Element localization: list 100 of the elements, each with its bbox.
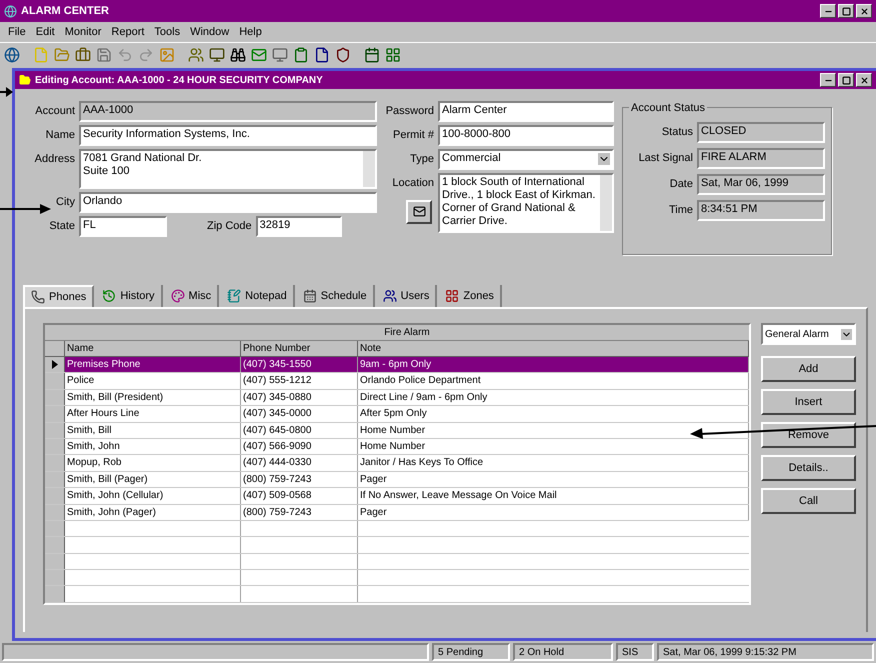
status-text: 2 On Hold: [513, 643, 613, 661]
action-button[interactable]: Details..: [760, 455, 856, 481]
grid-row[interactable]: Premises Phone (407) 345-1550 9am - 6pm Only: [45, 357, 749, 374]
row-indicator: [45, 472, 65, 488]
column-header[interactable]: Name: [65, 341, 241, 356]
menu-item[interactable]: Window: [190, 24, 230, 40]
table-cell: Smith, Bill (President): [65, 390, 241, 406]
child-window-title: Editing Account: AAA-1000 - 24 HOUR SECURITY COMPANY: [35, 74, 324, 88]
grid-row[interactable]: Mopup, Rob (407) 444-0330 Janitor / Has Keys To Office: [45, 455, 749, 472]
text-field[interactable]: Security Information Systems, Inc.: [79, 125, 377, 146]
field-label: Name: [44, 128, 75, 143]
table-cell: Smith, Bill: [65, 422, 241, 438]
row-indicator: [45, 455, 65, 471]
table-cell: Orlando Police Department: [358, 373, 749, 389]
menu-item[interactable]: Edit: [36, 24, 55, 40]
type-dropdown[interactable]: Commercial: [438, 149, 614, 170]
maximize-button[interactable]: [838, 4, 854, 18]
calendar-icon: [302, 289, 317, 303]
menu-item[interactable]: Monitor: [64, 24, 102, 40]
row-pointer-icon: [52, 360, 58, 370]
table-cell: (407) 345-0000: [241, 406, 358, 422]
maximize-button[interactable]: [838, 73, 854, 87]
action-button[interactable]: Remove: [760, 422, 856, 448]
action-button[interactable]: Call: [760, 488, 856, 514]
close-icon: [860, 6, 868, 16]
field-label: Last Signal: [638, 151, 693, 166]
row-indicator: [45, 488, 65, 504]
text-field[interactable]: AAA-1000: [79, 101, 377, 122]
menu-item[interactable]: Help: [239, 24, 262, 40]
envelope-icon[interactable]: [251, 46, 267, 62]
dropdown-caret-icon: [598, 153, 610, 165]
monitor-icon[interactable]: [209, 46, 225, 62]
row-indicator: [45, 504, 65, 520]
envelope-button[interactable]: [406, 200, 432, 224]
briefcase-icon[interactable]: [75, 46, 91, 62]
menu-item[interactable]: Report: [111, 24, 144, 40]
grid-row[interactable]: Smith, Bill (407) 645-0800 Home Number: [45, 422, 749, 439]
field-label: Status: [660, 125, 693, 140]
text-field[interactable]: FL: [79, 216, 167, 237]
grid-row[interactable]: Smith, John (Pager) (800) 759-7243 Pager: [45, 504, 749, 521]
tab[interactable]: Phones: [23, 285, 94, 307]
row-indicator: [45, 390, 65, 406]
memo-field[interactable]: 7081 Grand National Dr. Suite 100: [79, 149, 377, 189]
memo-field[interactable]: 1 block South of International Drive., 1 block East of Kirkman. Corner of Grand National & Carrier Drive.: [438, 173, 614, 233]
text-field[interactable]: Alarm Center: [438, 101, 614, 122]
grid-row[interactable]: Police (407) 555-1212 Orlando Police Department: [45, 373, 749, 390]
phone-icon: [31, 290, 45, 304]
table-cell: (800) 759-7243: [241, 504, 358, 520]
clipboard-icon[interactable]: [293, 46, 309, 62]
table-cell: Direct Line / 9am - 6pm Only: [358, 390, 749, 406]
field-label: Address: [34, 152, 75, 167]
dropdown-caret-icon: [841, 328, 852, 340]
grid-row[interactable]: Smith, Bill (Pager) (800) 759-7243 Pager: [45, 472, 749, 488]
folder-icon: [19, 74, 31, 86]
text-field[interactable]: 32819: [256, 216, 342, 237]
text-field[interactable]: CLOSED: [697, 122, 825, 143]
table-cell: (407) 444-0330: [241, 455, 358, 471]
screen-icon[interactable]: [272, 46, 288, 62]
action-button[interactable]: Add: [760, 356, 856, 382]
text-field[interactable]: Orlando: [79, 192, 377, 213]
badge-icon[interactable]: [335, 46, 351, 62]
people-icon[interactable]: [188, 46, 204, 62]
menu-item[interactable]: File: [8, 24, 26, 40]
grid-icon[interactable]: [385, 46, 401, 62]
grid-row[interactable]: Smith, John (407) 566-9090 Home Number: [45, 438, 749, 456]
calendar-icon[interactable]: [364, 46, 380, 62]
row-indicator: [45, 422, 65, 438]
save-icon[interactable]: [96, 46, 112, 62]
text-field[interactable]: Sat, Mar 06, 1999: [697, 174, 825, 195]
field-label: Location: [392, 176, 434, 191]
app-globe-icon: [4, 4, 17, 18]
table-cell: Mopup, Rob: [65, 455, 241, 471]
grid-row[interactable]: Smith, Bill (President) (407) 345-0880 Direct Line / 9am - 6pm Only: [45, 390, 749, 406]
binoculars-icon[interactable]: [230, 46, 246, 62]
column-header[interactable]: Phone Number: [241, 341, 358, 356]
field-label: Account: [34, 104, 75, 119]
table-cell: Police: [65, 373, 241, 389]
table-cell: (407) 345-0880: [241, 390, 358, 406]
minimize-button[interactable]: [820, 4, 836, 18]
column-header[interactable]: Note: [358, 341, 749, 356]
close-button[interactable]: [856, 4, 872, 18]
table-cell: After 5pm Only: [358, 406, 749, 422]
minimize-button[interactable]: [820, 73, 836, 87]
action-button[interactable]: Insert: [760, 389, 856, 415]
document-icon[interactable]: [314, 46, 330, 62]
globe-icon[interactable]: [4, 46, 20, 62]
field-label: Time: [668, 203, 693, 218]
table-cell: (407) 509-0568: [241, 488, 358, 504]
menu-item[interactable]: Tools: [154, 24, 180, 40]
text-field[interactable]: 8:34:51 PM: [697, 200, 825, 221]
close-button[interactable]: [856, 73, 872, 87]
history-icon: [102, 289, 116, 303]
grid-row[interactable]: After Hours Line (407) 345-0000 After 5pm Only: [45, 406, 749, 423]
text-field[interactable]: 100-8000-800: [438, 125, 614, 146]
alarm-type-dropdown[interactable]: General Alarm: [760, 323, 856, 345]
table-cell: If No Answer, Leave Message On Voice Mail: [358, 488, 749, 504]
text-field[interactable]: FIRE ALARM: [697, 148, 825, 169]
table-cell: Premises Phone: [65, 357, 241, 372]
grid-row[interactable]: Smith, John (Cellular) (407) 509-0568 If No Answer, Leave Message On Voice Mail: [45, 488, 749, 505]
status-text: 5 Pending: [432, 643, 510, 661]
